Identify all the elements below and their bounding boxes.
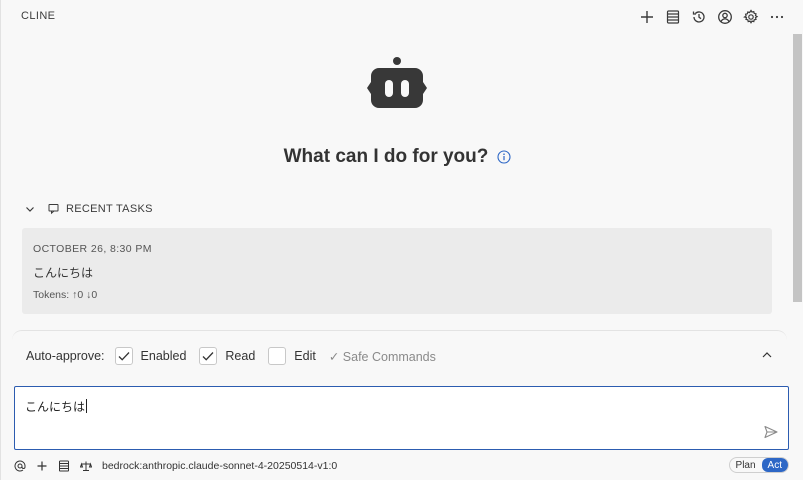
enabled-option[interactable]: Enabled bbox=[114, 347, 187, 365]
chat-input-text[interactable]: こんにちは bbox=[25, 398, 88, 415]
server-icon[interactable] bbox=[664, 8, 682, 26]
recent-task-card[interactable]: OCTOBER 26, 8:30 PM こんにちは Tokens: ↑0 ↓0 bbox=[22, 228, 772, 314]
edit-option[interactable]: Edit bbox=[268, 347, 316, 365]
chevron-down-icon bbox=[26, 207, 34, 212]
text-caret bbox=[86, 399, 88, 413]
mention-icon[interactable] bbox=[14, 460, 26, 472]
recent-tasks-header[interactable]: RECENT TASKS bbox=[24, 203, 153, 215]
auto-approve-panel: Auto-approve: Enabled Read Edit ✓ Safe C… bbox=[12, 330, 787, 378]
plus-icon[interactable] bbox=[638, 8, 656, 26]
model-selector[interactable]: bedrock:anthropic.claude-sonnet-4-202505… bbox=[102, 460, 337, 472]
act-mode-button[interactable]: Act bbox=[761, 458, 788, 472]
app-title: CLINE bbox=[21, 10, 56, 22]
history-icon[interactable] bbox=[690, 8, 708, 26]
more-icon[interactable] bbox=[768, 8, 786, 26]
auto-approve-label: Auto-approve: bbox=[26, 349, 105, 363]
plan-mode-button[interactable]: Plan bbox=[730, 458, 762, 472]
model-scale-icon[interactable] bbox=[80, 460, 92, 472]
chat-input[interactable]: こんにちは bbox=[14, 386, 789, 450]
plan-act-toggle[interactable]: Plan Act bbox=[728, 457, 789, 473]
chat-input-value: こんにちは bbox=[25, 400, 86, 414]
info-icon[interactable] bbox=[497, 148, 511, 165]
safe-commands[interactable]: ✓ Safe Commands bbox=[329, 349, 436, 364]
auto-approve-row: Auto-approve: Enabled Read Edit ✓ Safe C… bbox=[26, 347, 436, 365]
panel-border bbox=[0, 0, 1, 480]
header: CLINE bbox=[0, 0, 803, 34]
gear-icon[interactable] bbox=[742, 8, 760, 26]
account-icon[interactable] bbox=[716, 8, 734, 26]
enabled-checkbox[interactable] bbox=[114, 347, 133, 365]
task-text: こんにちは bbox=[33, 266, 94, 280]
header-actions bbox=[638, 8, 786, 26]
edit-label: Edit bbox=[294, 349, 316, 363]
comment-history-icon bbox=[48, 204, 59, 215]
footer-toolbar: bedrock:anthropic.claude-sonnet-4-202505… bbox=[14, 457, 789, 474]
enabled-label: Enabled bbox=[140, 349, 187, 363]
add-icon[interactable] bbox=[36, 460, 48, 472]
robot-logo-icon bbox=[366, 56, 428, 118]
task-date: OCTOBER 26, 8:30 PM bbox=[33, 243, 152, 255]
read-checkbox[interactable] bbox=[199, 347, 218, 365]
hero-title: What can I do for you? bbox=[0, 146, 795, 168]
chevron-up-icon[interactable] bbox=[761, 349, 773, 361]
edit-checkbox[interactable] bbox=[268, 347, 287, 365]
task-tokens: Tokens: ↑0 ↓0 bbox=[33, 289, 98, 301]
read-label: Read bbox=[225, 349, 256, 363]
scrollbar-thumb[interactable] bbox=[793, 34, 802, 302]
recent-tasks-label: RECENT TASKS bbox=[66, 203, 153, 215]
hero-title-text: What can I do for you? bbox=[283, 146, 489, 167]
send-icon[interactable] bbox=[763, 424, 779, 440]
server-footer-icon[interactable] bbox=[58, 460, 70, 472]
scrollbar[interactable] bbox=[793, 34, 803, 302]
read-option[interactable]: Read bbox=[199, 347, 255, 365]
